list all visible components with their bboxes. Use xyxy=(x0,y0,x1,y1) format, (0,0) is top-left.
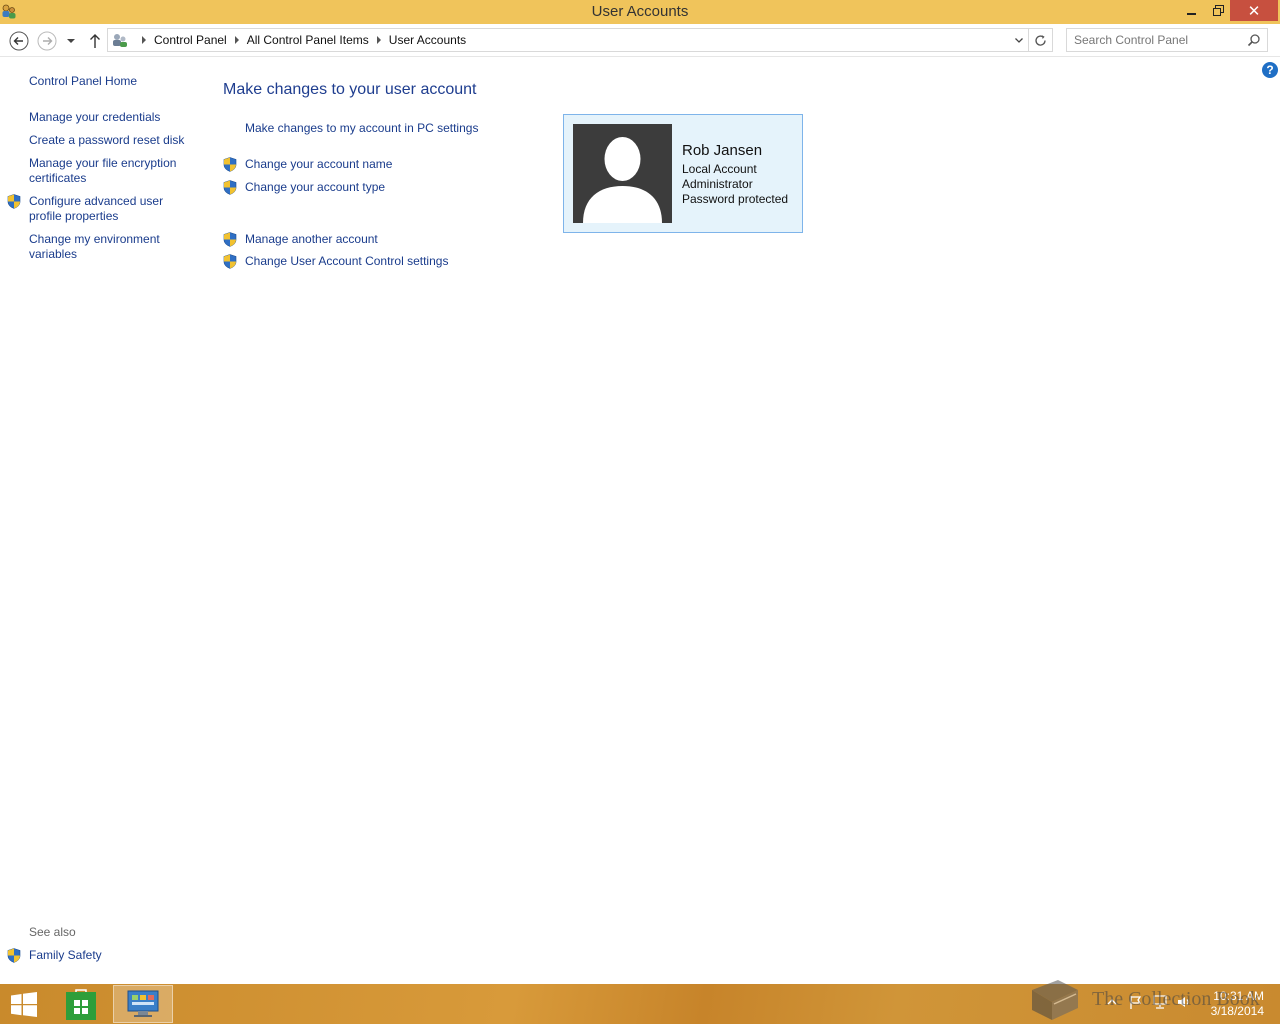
search-input[interactable] xyxy=(1068,30,1243,50)
windows-start-icon[interactable] xyxy=(10,992,38,1017)
watermark-text: The Collection Book xyxy=(1092,987,1260,1010)
account-type: Local Account xyxy=(682,162,757,176)
back-button[interactable] xyxy=(9,31,29,51)
breadcrumb-separator-icon[interactable] xyxy=(234,36,239,44)
user-silhouette-icon xyxy=(583,137,662,223)
account-name: Rob Jansen xyxy=(682,142,763,159)
search-box[interactable] xyxy=(1066,28,1268,52)
change-account-name-link[interactable]: Change your account name xyxy=(245,157,392,171)
manage-credentials-link[interactable]: Manage your credentials xyxy=(29,110,189,125)
close-button[interactable]: ✕ xyxy=(1230,0,1278,21)
minimize-button[interactable] xyxy=(1179,0,1205,21)
refresh-icon xyxy=(1035,34,1046,46)
restore-icon xyxy=(1212,5,1224,16)
uac-shield-icon xyxy=(7,194,21,209)
store-icon[interactable] xyxy=(66,988,96,1020)
family-safety-link[interactable]: Family Safety xyxy=(29,948,189,963)
uac-shield-icon xyxy=(223,232,237,247)
close-icon: ✕ xyxy=(1247,2,1261,20)
refresh-button[interactable] xyxy=(1028,29,1052,51)
breadcrumb: Control Panel All Control Panel Items Us… xyxy=(134,33,466,47)
uac-shield-icon xyxy=(223,254,237,269)
password-reset-disk-link[interactable]: Create a password reset disk xyxy=(29,133,189,148)
avatar xyxy=(573,124,672,223)
uac-shield-icon xyxy=(7,948,21,963)
change-account-type-link[interactable]: Change your account type xyxy=(245,180,385,194)
minimize-icon xyxy=(1187,12,1196,15)
manage-another-account-link[interactable]: Manage another account xyxy=(245,232,378,246)
forward-arrow-icon xyxy=(37,31,57,51)
breadcrumb-user-accounts[interactable]: User Accounts xyxy=(389,33,466,47)
advanced-profile-properties-link[interactable]: Configure advanced user profile properti… xyxy=(29,194,189,224)
account-card: Rob Jansen Local Account Administrator P… xyxy=(563,114,803,233)
account-role: Administrator xyxy=(682,177,753,191)
chevron-down-icon[interactable] xyxy=(1013,34,1025,46)
search-icon[interactable] xyxy=(1247,33,1261,47)
chevron-down-icon xyxy=(67,39,75,43)
recent-locations-button[interactable] xyxy=(64,31,78,51)
control-panel-taskbar-button[interactable] xyxy=(113,985,173,1023)
back-arrow-icon xyxy=(9,31,29,51)
page-title: Make changes to your user account xyxy=(223,81,477,98)
up-button[interactable] xyxy=(85,31,105,51)
uac-settings-link[interactable]: Change User Account Control settings xyxy=(245,254,448,268)
user-accounts-icon xyxy=(113,34,127,47)
up-arrow-icon xyxy=(90,34,100,48)
uac-shield-icon xyxy=(223,157,237,172)
control-panel-icon xyxy=(127,990,159,1017)
environment-variables-link[interactable]: Change my environment variables xyxy=(29,232,189,262)
uac-shield-icon xyxy=(223,180,237,195)
control-panel-home-link[interactable]: Control Panel Home xyxy=(29,74,189,89)
address-bar[interactable]: Control Panel All Control Panel Items Us… xyxy=(107,28,1053,52)
password-status: Password protected xyxy=(682,192,789,206)
see-also-heading: See also xyxy=(29,925,76,939)
pc-settings-link[interactable]: Make changes to my account in PC setting… xyxy=(245,121,478,135)
window-title: User Accounts xyxy=(591,3,689,20)
navigation-bar: Control Panel All Control Panel Items Us… xyxy=(0,24,1280,57)
title-bar: User Accounts ✕ xyxy=(0,0,1280,24)
breadcrumb-separator-icon[interactable] xyxy=(376,36,381,44)
help-icon[interactable]: ? xyxy=(1262,62,1278,78)
file-encryption-certificates-link[interactable]: Manage your file encryption certificates xyxy=(29,156,189,186)
watermark: The Collection Book xyxy=(1028,976,1260,1022)
breadcrumb-all-items[interactable]: All Control Panel Items xyxy=(247,33,369,47)
breadcrumb-control-panel[interactable]: Control Panel xyxy=(154,33,227,47)
breadcrumb-separator-icon[interactable] xyxy=(142,36,146,44)
book-icon xyxy=(1032,980,1078,1020)
restore-button[interactable] xyxy=(1205,0,1231,21)
forward-button[interactable] xyxy=(37,31,57,51)
